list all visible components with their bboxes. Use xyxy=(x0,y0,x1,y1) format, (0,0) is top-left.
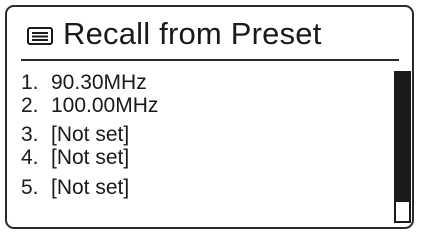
preset-number: 2. xyxy=(21,94,39,117)
preset-value: [Not set] xyxy=(51,146,130,169)
scrollbar[interactable] xyxy=(394,71,411,223)
preset-item-4[interactable]: 4. [Not set] xyxy=(21,145,129,171)
preset-value: 100.00MHz xyxy=(51,94,159,117)
preset-number: 4. xyxy=(21,146,39,169)
preset-value: [Not set] xyxy=(51,176,130,199)
preset-number: 5. xyxy=(21,176,39,199)
preset-item-5[interactable]: 5. [Not set] xyxy=(21,175,129,201)
preset-value: [Not set] xyxy=(51,123,130,146)
scrollbar-thumb[interactable] xyxy=(396,73,409,202)
preset-list: 1. 90.30MHz 2. 100.00MHz 3. [Not set] 4. [No… xyxy=(7,7,412,227)
radio-display-screen: Recall from Preset 1. 90.30MHz 2. 100.00MH… xyxy=(5,5,414,229)
preset-value: 90.30MHz xyxy=(51,71,147,94)
preset-item-2[interactable]: 2. 100.00MHz xyxy=(21,93,158,119)
